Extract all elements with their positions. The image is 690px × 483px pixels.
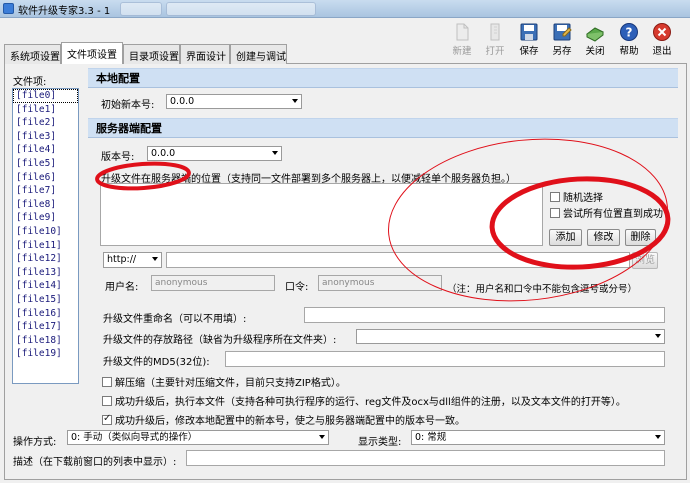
initial-version-label: 初始新本号: [101,100,155,111]
window-title: 软件升级专家3.3 - 1 [18,6,111,17]
file-list-item[interactable]: [file18] [13,334,78,348]
file-list-item[interactable]: [file0] [13,89,78,103]
operation-mode-value: 0: 手动（类似向导式的操作） [71,432,198,443]
server-version-label: 版本号: [101,152,135,163]
execute-after-checkbox[interactable]: 成功升级后，执行本文件（支持各种可执行程序的运行、reg文件及ocx与dll组件… [102,393,626,408]
operation-mode-combo[interactable]: 0: 手动（类似向导式的操作） [67,430,329,445]
md5-label: 升级文件的MD5(32位): [103,357,210,368]
exit-icon [653,23,671,41]
modify-location-button[interactable]: 修改 [587,229,620,246]
password-input[interactable]: anonymous [318,275,442,291]
file-list-item[interactable]: [file15] [13,293,78,307]
add-location-button[interactable]: 添加 [549,229,582,246]
exit-button[interactable]: 退出 [647,22,677,57]
checkbox-box [550,208,560,218]
initial-version-combo[interactable]: 0.0.0 [166,94,302,109]
decompress-checkbox[interactable]: 解压缩（主要针对压缩文件，目前只支持ZIP格式）。 [102,374,346,389]
display-type-label: 显示类型: [358,437,402,448]
background-taskbar-item [120,2,162,16]
app-icon [3,3,14,14]
file-list-item[interactable]: [file6] [13,171,78,185]
initial-version-value: 0.0.0 [170,96,195,107]
tab-system-settings[interactable]: 系统项设置 [4,44,61,64]
checkbox-box [102,396,112,406]
save-as-disk-icon [553,23,572,41]
close-book-icon [586,27,604,42]
browse-button[interactable]: 浏览 [632,252,658,269]
sync-version-checkbox[interactable]: 成功升级后，修改本地配置中的新本号，使之与服务器端配置中的版本号一致。 [102,412,465,427]
file-list-item[interactable]: [file2] [13,116,78,130]
local-config-header: 本地配置 [88,68,678,88]
title-bar: 软件升级专家3.3 - 1 [0,0,690,18]
server-locations-list[interactable] [100,183,543,246]
display-type-value: 0: 常规 [415,432,447,443]
save-disk-icon [520,23,538,41]
file-list-item[interactable]: [file5] [13,157,78,171]
svg-text:?: ? [626,26,633,40]
file-list-item[interactable]: [file11] [13,239,78,253]
display-type-combo[interactable]: 0: 常规 [411,430,665,445]
chevron-down-icon [292,99,298,103]
checkbox-box [550,192,560,202]
file-list-item[interactable]: [file7] [13,184,78,198]
chevron-down-icon [319,435,325,439]
chevron-down-icon [272,151,278,155]
file-list-item[interactable]: [file12] [13,252,78,266]
description-input[interactable] [186,450,665,466]
help-icon: ? [620,23,638,41]
description-label: 描述（在下载前窗口的列表中显示）: [13,457,177,468]
file-list-item[interactable]: [file9] [13,211,78,225]
save-as-button[interactable]: 另存 [547,22,577,57]
rename-input[interactable] [304,307,665,323]
help-button[interactable]: ? 帮助 [614,22,644,57]
file-list-item[interactable]: [file1] [13,103,78,117]
file-list-item[interactable]: [file16] [13,307,78,321]
chevron-down-icon [655,334,661,338]
file-items-label: 文件项: [13,77,47,88]
delete-location-button[interactable]: 删除 [625,229,656,246]
password-label: 口令: [285,282,309,293]
storage-path-combo[interactable] [356,329,665,344]
close-button[interactable]: 关闭 [580,22,610,57]
file-list-item[interactable]: [file3] [13,130,78,144]
open-button[interactable]: 打开 [480,22,510,57]
tab-file-settings[interactable]: 文件项设置 [61,42,123,64]
save-button[interactable]: 保存 [514,22,544,57]
open-folder-icon [490,23,500,41]
rename-label: 升级文件重命名（可以不用填）: [103,314,247,325]
tab-ui-design[interactable]: 界面设计 [180,44,230,64]
tab-directory-settings[interactable]: 目录项设置 [123,44,180,64]
username-label: 用户名: [105,282,139,293]
new-button[interactable]: 新建 [447,22,477,57]
storage-path-label: 升级文件的存放路径（缺省为升级程序所在文件夹）: [103,335,337,346]
credentials-note: （注：用户名和口令中不能包含逗号或分号） [447,284,638,295]
file-list-item[interactable]: [file17] [13,320,78,334]
background-taskbar-item [166,2,316,16]
checkbox-box [102,377,112,387]
checkbox-box [102,413,112,425]
chevron-down-icon [655,435,661,439]
server-version-value: 0.0.0 [151,148,176,159]
file-list-item[interactable]: [file19] [13,347,78,361]
server-version-combo[interactable]: 0.0.0 [147,146,282,161]
protocol-value: http:// [107,254,137,265]
file-list-item[interactable]: [file13] [13,266,78,280]
md5-input[interactable] [225,351,665,367]
random-select-checkbox[interactable]: 随机选择 [550,189,603,204]
tab-build-debug[interactable]: 创建与调试 [230,44,287,64]
try-all-checkbox[interactable]: 尝试所有位置直到成功 [550,205,663,220]
operation-mode-label: 操作方式: [13,437,57,448]
new-document-icon [456,23,469,41]
username-input[interactable]: anonymous [151,275,275,291]
protocol-combo[interactable]: http:// [103,252,162,268]
file-list-item[interactable]: [file14] [13,279,78,293]
file-list-item[interactable]: [file4] [13,143,78,157]
file-list-item[interactable]: [file8] [13,198,78,212]
file-list-item[interactable]: [file10] [13,225,78,239]
chevron-down-icon [152,257,158,261]
server-config-header: 服务器端配置 [88,118,678,138]
file-item-list[interactable]: [file0] [file1] [file2] [file3] [file4] … [12,88,79,384]
server-url-input[interactable] [166,252,630,268]
